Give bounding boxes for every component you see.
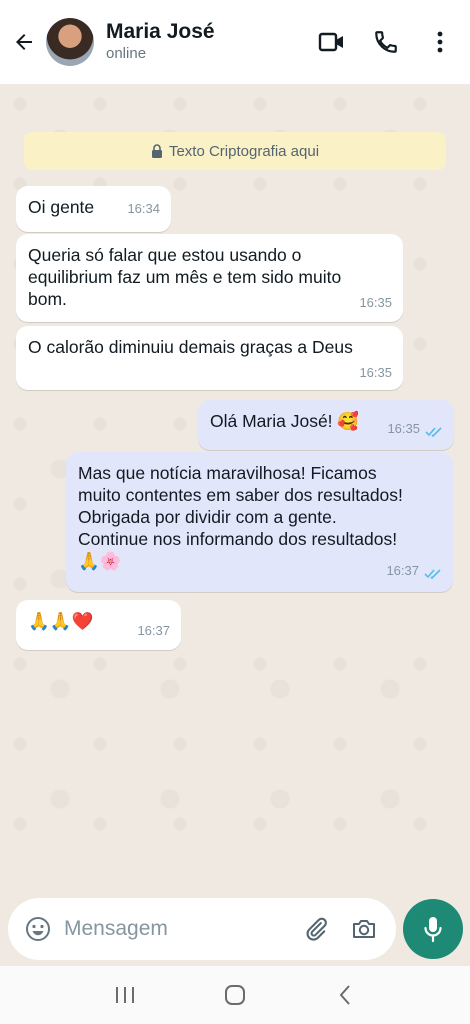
camera-button[interactable] — [346, 911, 382, 947]
contact-status: online — [106, 45, 147, 62]
message-bubble-incoming[interactable]: O calorão diminuiu demais graças a Deus … — [16, 326, 403, 390]
avatar[interactable] — [46, 18, 94, 66]
chevron-left-icon — [339, 985, 350, 1005]
encryption-text: Texto Criptografia aqui — [168, 142, 320, 160]
recent-apps-icon — [116, 987, 134, 1003]
arrow-left-icon — [16, 34, 32, 50]
attach-button[interactable] — [298, 911, 334, 947]
emoji-icon — [26, 917, 50, 941]
video-camera-icon — [318, 32, 343, 52]
message-text: Queria só falar que estou usando o equil… — [28, 245, 342, 309]
chat-area[interactable]: Texto Criptografia aqui Oi gente 16:34 Q… — [0, 84, 470, 890]
message-bubble-incoming[interactable]: 🙏🙏❤️ 16:37 — [16, 600, 181, 650]
message-time: 16:34 — [127, 201, 160, 216]
system-navigation-bar — [0, 966, 470, 1024]
read-ticks-icon — [424, 569, 441, 579]
chat-header: Maria José online — [0, 0, 470, 84]
message-time: 16:35 — [387, 421, 420, 436]
message-bubble-incoming[interactable]: Queria só falar que estou usando o equil… — [16, 234, 403, 322]
message-text: Mas que notícia maravilhosa! Ficamos mui… — [78, 463, 403, 571]
home-button[interactable] — [215, 975, 255, 1015]
message-composer — [8, 898, 396, 960]
phone-icon — [375, 31, 397, 53]
message-time: 16:35 — [359, 295, 392, 310]
message-bubble-outgoing[interactable]: Mas que notícia maravilhosa! Ficamos mui… — [66, 452, 453, 592]
contact-info[interactable]: Maria José online — [106, 20, 215, 64]
message-bubble-incoming[interactable]: Oi gente 16:34 — [16, 186, 171, 232]
read-ticks-icon — [425, 427, 442, 437]
menu-button[interactable] — [420, 20, 460, 64]
microphone-icon — [424, 917, 442, 943]
voice-call-button[interactable] — [366, 20, 406, 64]
lock-icon — [151, 144, 162, 158]
home-icon — [225, 985, 245, 1005]
emoji-button[interactable] — [20, 911, 56, 947]
camera-icon — [353, 920, 375, 938]
back-button[interactable] — [4, 22, 44, 62]
message-time: 16:37 — [386, 563, 419, 578]
message-bubble-outgoing[interactable]: Olá Maria José! 🥰 16:35 — [198, 400, 454, 450]
back-nav-button[interactable] — [325, 975, 365, 1015]
recent-apps-button[interactable] — [105, 975, 145, 1015]
message-text: O calorão diminuiu demais graças a Deus — [28, 337, 353, 357]
voice-message-button[interactable] — [403, 899, 463, 959]
message-input[interactable] — [64, 917, 294, 941]
message-time: 16:35 — [359, 365, 392, 380]
message-time: 16:37 — [137, 623, 170, 638]
encryption-banner[interactable]: Texto Criptografia aqui — [24, 132, 446, 170]
header-actions — [298, 20, 460, 64]
paperclip-icon — [306, 917, 327, 941]
more-vertical-icon — [437, 31, 443, 53]
contact-name: Maria José — [106, 20, 215, 43]
video-call-button[interactable] — [312, 20, 352, 64]
